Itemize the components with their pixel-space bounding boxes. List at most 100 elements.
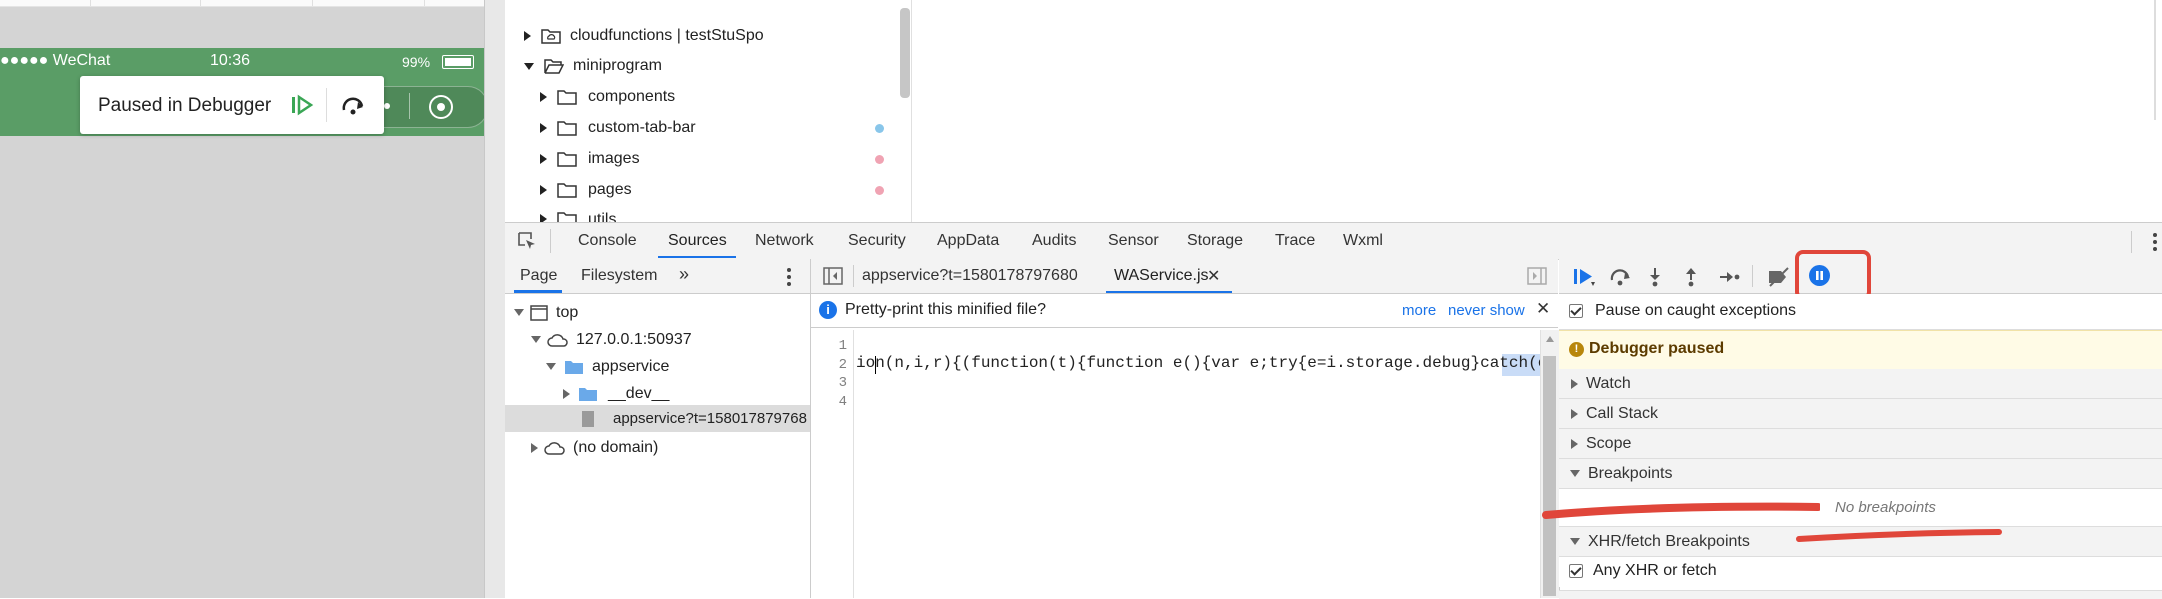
tree-scrollbar[interactable] [900,8,910,98]
editor-tab-appservice[interactable]: appservice?t=1580178797680 [862,267,1078,285]
folder-icon [557,152,577,167]
line-number: 1 [838,338,847,354]
tree-item-custom-tab-bar[interactable]: custom-tab-bar [540,114,696,142]
tree-item-label: custom-tab-bar [588,119,696,136]
sidebar-toggle-icon [1527,267,1547,285]
section-title: XHR/fetch Breakpoints [1588,532,1750,550]
cloud-folder-icon [541,29,561,44]
status-dot [875,186,884,195]
tab-network[interactable]: Network [755,232,814,250]
editor-scrollbar[interactable] [2154,0,2156,120]
folder-icon [579,387,597,401]
tab-wxml[interactable]: Wxml [1343,232,1383,250]
nav-item-label: appservice?t=158017879768 [613,410,807,427]
tree-item-miniprogram[interactable]: miniprogram [524,52,662,80]
any-xhr-row[interactable]: Any XHR or fetch [1559,557,2162,587]
tab-console[interactable]: Console [578,232,637,250]
tab-page[interactable]: Page [520,267,557,285]
resume-button[interactable] [1573,267,1597,287]
code-line-2[interactable]: ion(n,i,r){(function(t){function e(){var… [856,354,1540,372]
nav-item-top[interactable]: top [514,299,578,326]
tab-audits[interactable]: Audits [1032,232,1076,250]
tab-storage[interactable]: Storage [1187,232,1243,250]
tree-item-components[interactable]: components [540,83,675,111]
step-over-button[interactable] [1609,267,1633,287]
nav-item-origin[interactable]: 127.0.0.1:50937 [531,326,692,353]
devtools-tab-bar: Console Sources Network Security AppData… [505,222,2162,260]
nav-item-no-domain[interactable]: (no domain) [531,434,658,461]
watch-section-header[interactable]: Watch [1559,369,2162,399]
annotation-underline [1796,529,2002,542]
no-breakpoints-label: No breakpoints [1835,499,1936,516]
folder-icon [557,90,577,105]
tree-item-utils[interactable]: utils [540,205,616,222]
debugger-paused-label: Debugger paused [1589,340,1725,357]
tree-item-label: components [588,88,676,105]
never-show-link[interactable]: never show [1448,302,1525,319]
nav-item-label: (no domain) [573,438,659,456]
resume-button[interactable] [290,94,314,116]
toggle-debugger-button[interactable] [1527,267,1547,285]
pretty-print-infobar: i Pretty-print this minified file? more … [811,294,1558,328]
breakpoints-section-header[interactable]: Breakpoints [1559,459,2162,489]
tab-appdata[interactable]: AppData [937,232,999,250]
pause-on-caught-checkbox[interactable] [1569,304,1583,318]
toggle-navigator-button[interactable] [823,267,843,285]
step-over-icon [1610,269,1630,286]
tab-security[interactable]: Security [848,232,906,250]
folder-icon [557,121,577,136]
section-title: Watch [1586,374,1631,392]
panel-splitter[interactable] [484,0,505,598]
nav-item-dev[interactable]: __dev__ [563,380,669,407]
annotation-underline [1542,502,1820,519]
any-xhr-label: Any XHR or fetch [1593,562,1717,579]
line-number-gutter[interactable]: 1 2 3 4 [811,330,854,598]
scroll-up-icon[interactable] [1546,336,1554,342]
step-button[interactable] [1719,267,1741,287]
more-tabs-button[interactable]: » [679,264,689,285]
close-infobar-icon[interactable]: ✕ [1536,299,1550,319]
navigator-menu-button[interactable] [786,267,792,287]
any-xhr-checkbox[interactable] [1569,564,1583,578]
tab-filesystem[interactable]: Filesystem [581,267,657,285]
editor-vertical-scrollbar[interactable] [1540,330,1559,598]
deactivate-breakpoints-button[interactable] [1766,267,1792,287]
tree-item-label: miniprogram [573,57,662,74]
devtools-menu-button[interactable] [2152,232,2158,252]
pause-on-caught-row[interactable]: Pause on caught exceptions [1559,294,2162,330]
scroll-thumb[interactable] [1543,356,1556,596]
more-link[interactable]: more [1402,302,1436,319]
step-out-button[interactable] [1683,267,1699,287]
tree-item-cloudfunctions[interactable]: cloudfunctions | testStuSpo [524,22,764,50]
tab-sensor[interactable]: Sensor [1108,232,1159,250]
sidebar-toggle-icon [823,267,843,285]
close-tab-icon[interactable]: ✕ [1207,266,1220,286]
tree-item-pages[interactable]: pages [540,176,632,204]
cloud-icon [547,333,568,347]
annotation-highlight-box [1795,250,1871,300]
paused-label: Paused in Debugger [98,95,272,116]
folder-icon [565,360,583,374]
nav-item-appservice-file[interactable]: appservice?t=158017879768 [581,405,807,432]
scope-section-header[interactable]: Scope [1559,429,2162,459]
editor-tab-bar: appservice?t=1580178797680 WAService.js … [811,259,1558,294]
active-tab-indicator [658,256,736,258]
inspect-element-button[interactable] [517,231,537,251]
tab-trace[interactable]: Trace [1275,232,1315,250]
tree-item-label: cloudfunctions | testStuSpo [570,27,764,44]
tree-item-images[interactable]: images [540,145,640,173]
deactivate-breakpoints-icon [1769,267,1789,287]
carrier-label: ●●●●● WeChat [0,52,111,69]
resume-icon [1574,269,1595,286]
cloud-icon [544,441,565,455]
step-into-button[interactable] [1647,267,1663,287]
close-circle-icon[interactable] [429,95,453,119]
call-stack-section-header[interactable]: Call Stack [1559,399,2162,429]
step-over-button[interactable] [340,94,366,116]
status-dot [875,155,884,164]
active-editor-tab-indicator [1106,291,1232,293]
active-navigator-tab-indicator [514,290,562,293]
nav-item-appservice[interactable]: appservice [546,353,669,380]
tab-sources[interactable]: Sources [668,232,727,250]
editor-tab-waservice[interactable]: WAService.js [1114,267,1209,285]
